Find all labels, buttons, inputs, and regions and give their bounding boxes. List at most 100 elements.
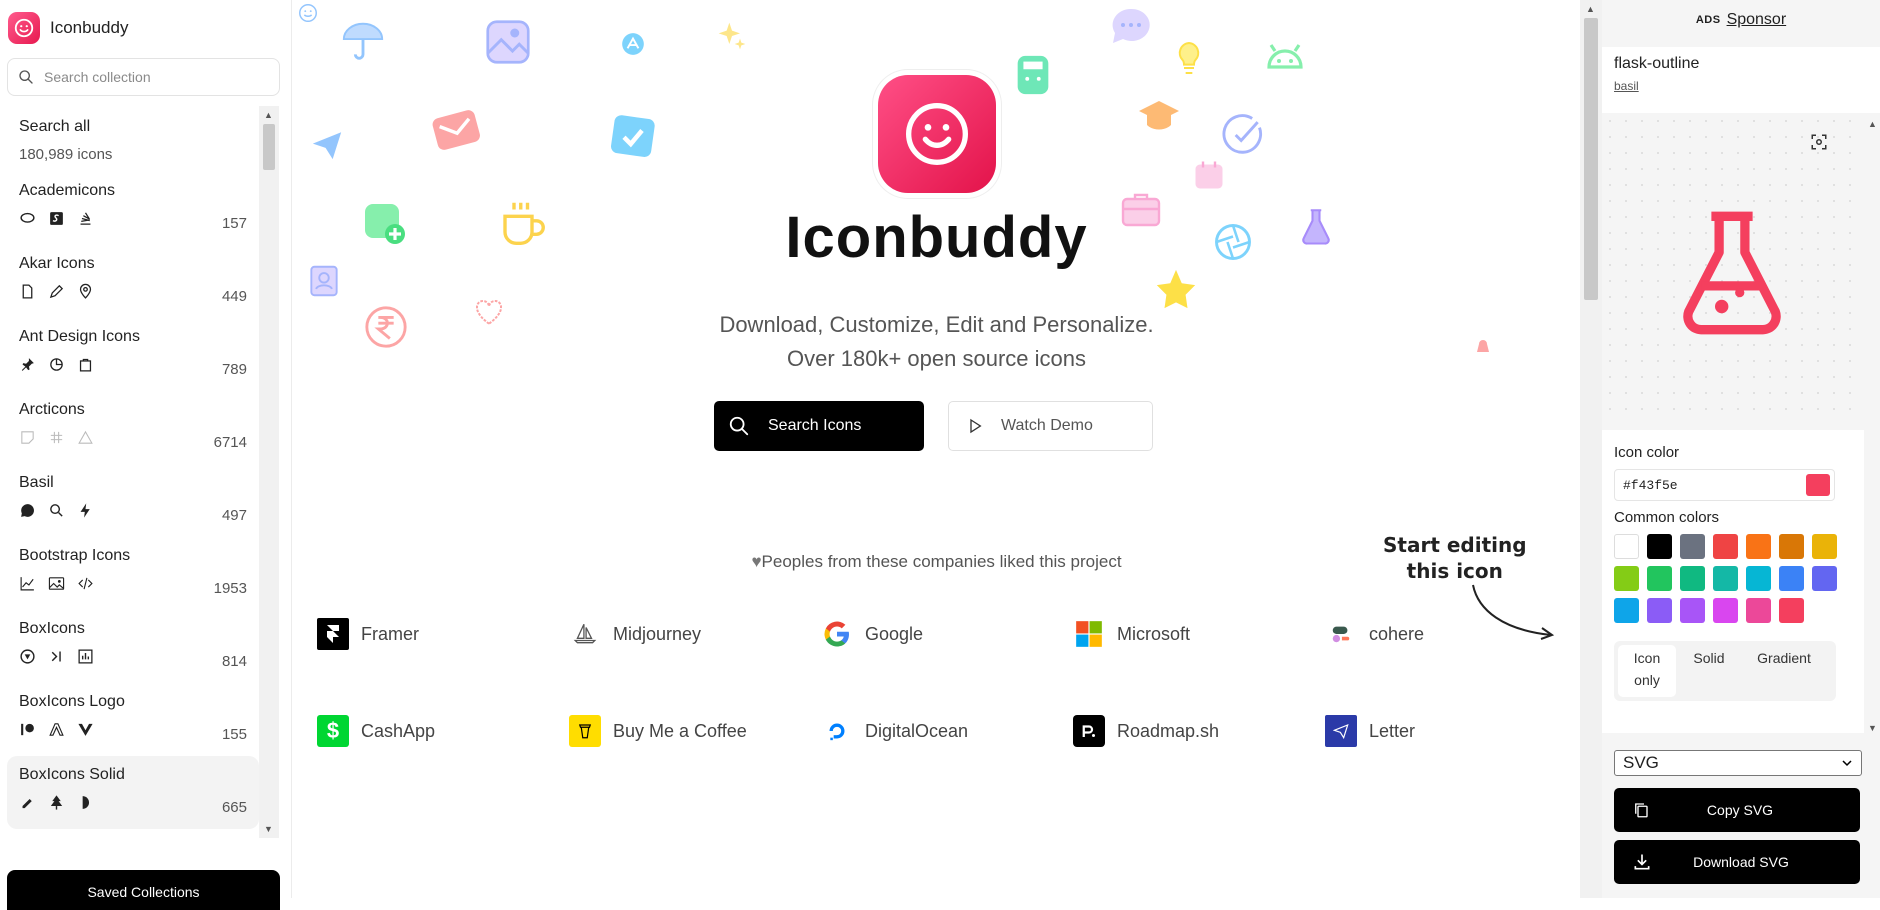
color-swatch[interactable] — [1614, 566, 1639, 591]
color-swatch[interactable] — [1713, 598, 1738, 623]
company-cohere: cohere — [1325, 618, 1424, 650]
search-icon — [50, 504, 63, 517]
tab-icon-only[interactable]: Icon only — [1618, 645, 1676, 697]
main-scrollbar[interactable]: ▲ — [1580, 0, 1602, 898]
tab-solid[interactable]: Solid — [1676, 645, 1742, 697]
scrollbar-thumb[interactable] — [263, 124, 275, 170]
company-midjourney: Midjourney — [569, 618, 701, 650]
color-swatch[interactable] — [1746, 566, 1771, 591]
code-slash-icon — [78, 577, 93, 590]
collection-item-academicons[interactable]: Academicons 157 — [7, 172, 259, 245]
sponsor-link[interactable]: ADS Sponsor — [1602, 0, 1880, 40]
collection-search[interactable] — [7, 58, 280, 96]
check-circle-icon — [1222, 114, 1263, 154]
color-swatch[interactable] — [1713, 534, 1738, 559]
collection-count: 6714 — [213, 434, 247, 451]
color-swatch[interactable] — [1647, 534, 1672, 559]
color-swatch[interactable] — [1680, 598, 1705, 623]
collection-name: Ant Design Icons — [19, 328, 140, 345]
icon-preview — [1602, 113, 1864, 423]
roadmap-logo-icon — [1073, 715, 1105, 747]
scroll-down-arrow-icon[interactable]: ▼ — [264, 824, 273, 834]
pie-chart-icon — [50, 358, 63, 371]
scrollbar-thumb[interactable] — [1584, 18, 1598, 300]
color-swatch[interactable] — [1779, 566, 1804, 591]
download-svg-button[interactable]: Download SVG — [1614, 840, 1860, 884]
paper-plane-icon — [312, 132, 342, 160]
collection-item-boxicons-solid[interactable]: BoxIcons Solid 665 — [7, 756, 259, 829]
format-value: SVG — [1623, 753, 1659, 772]
color-swatch[interactable] — [1614, 534, 1639, 559]
color-swatch[interactable] — [1614, 598, 1639, 623]
color-swatch[interactable] — [1647, 598, 1672, 623]
sparkles-icon — [718, 22, 746, 50]
company-name: Buy Me a Coffee — [613, 720, 747, 741]
company-framer: Framer — [317, 618, 419, 650]
calendar-check-icon — [611, 115, 655, 157]
collection-count: 789 — [221, 361, 247, 378]
color-swatch[interactable] — [1680, 566, 1705, 591]
scroll-up-arrow-icon[interactable]: ▲ — [1586, 4, 1595, 14]
patreon-icon — [21, 723, 34, 736]
panel-scrollbar[interactable]: ▲ ▼ — [1864, 113, 1880, 733]
half-circle-icon — [82, 796, 90, 809]
collection-item-akar-icons[interactable]: Akar Icons 449 — [7, 245, 259, 318]
format-select[interactable]: SVG — [1614, 750, 1862, 776]
search-all-item[interactable]: Search all 180,989 icons — [7, 106, 259, 172]
search-icons-button[interactable]: Search Icons — [714, 401, 924, 451]
collection-item-boxicons[interactable]: BoxIcons 814 — [7, 610, 259, 683]
color-swatch[interactable] — [1746, 534, 1771, 559]
focus-frame-icon[interactable] — [1810, 133, 1828, 151]
google-logo-icon — [821, 618, 853, 650]
selected-icon-header: flask-outline basil — [1602, 47, 1880, 113]
collection-list: Search all 180,989 icons Academicons 157… — [7, 106, 259, 842]
sponsor-label[interactable]: Sponsor — [1727, 11, 1787, 29]
cohere-logo-icon — [1325, 618, 1357, 650]
collection-search-input[interactable] — [42, 68, 262, 86]
brand[interactable]: Iconbuddy — [8, 12, 128, 44]
selected-icon-set-link[interactable]: basil — [1614, 79, 1868, 93]
icon-color-input[interactable]: #f43f5e — [1614, 469, 1835, 501]
color-swatch[interactable] — [1812, 566, 1837, 591]
scroll-up-arrow-icon[interactable]: ▲ — [1868, 119, 1877, 129]
umbrella-icon — [342, 22, 384, 60]
color-swatch[interactable] — [1713, 566, 1738, 591]
saved-collections-button[interactable]: Saved Collections — [7, 870, 280, 910]
color-swatch[interactable] — [1647, 566, 1672, 591]
company-microsoft: Microsoft — [1073, 618, 1190, 650]
collection-name: BoxIcons Solid — [19, 766, 125, 783]
color-swatch[interactable] — [1779, 598, 1804, 623]
icon-color-swatch[interactable] — [1806, 474, 1830, 496]
mail-icon — [432, 110, 480, 150]
buymeacoffee-logo-icon — [569, 715, 601, 747]
copy-svg-button[interactable]: Copy SVG — [1614, 788, 1860, 832]
color-swatch[interactable] — [1812, 534, 1837, 559]
smiley-icon — [299, 4, 317, 22]
collection-scrollbar[interactable]: ▲ ▼ — [259, 106, 279, 838]
collection-name: Bootstrap Icons — [19, 547, 131, 564]
shield-circle-icon — [20, 649, 35, 664]
android-icon — [1267, 44, 1303, 69]
collection-item-ant-design-icons[interactable]: Ant Design Icons 789 — [7, 318, 259, 391]
scroll-up-arrow-icon[interactable]: ▲ — [264, 110, 273, 120]
collection-item-basil[interactable]: Basil 497 — [7, 464, 259, 537]
sidebar: Iconbuddy Search all 180,989 icons Acade… — [0, 0, 292, 910]
edit-pen-icon — [21, 798, 34, 809]
collection-item-arcticons[interactable]: Arcticons 6714 — [7, 391, 259, 464]
color-swatch[interactable] — [1779, 534, 1804, 559]
stack-icon — [80, 212, 91, 225]
color-swatch[interactable] — [1680, 534, 1705, 559]
copy-svg-label: Copy SVG — [1706, 802, 1774, 818]
scroll-down-arrow-icon[interactable]: ▼ — [1868, 723, 1877, 733]
sticky-note-icon — [21, 431, 34, 444]
tab-gradient[interactable]: Gradient — [1742, 645, 1826, 697]
color-swatch[interactable] — [1746, 598, 1771, 623]
watch-demo-button[interactable]: Watch Demo — [948, 401, 1153, 451]
collection-name: BoxIcons — [19, 620, 85, 637]
collection-item-bootstrap-icons[interactable]: Bootstrap Icons 1953 — [7, 537, 259, 610]
play-icon — [970, 418, 982, 434]
bar-chart-square-icon — [78, 649, 93, 664]
digitalocean-logo-icon — [821, 715, 853, 747]
collection-item-boxicons-logo[interactable]: BoxIcons Logo 155 — [7, 683, 259, 756]
microsoft-logo-icon — [1073, 618, 1105, 650]
